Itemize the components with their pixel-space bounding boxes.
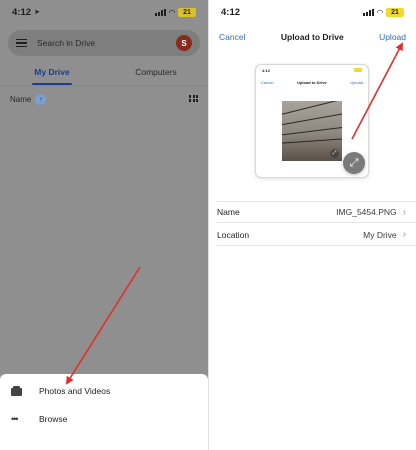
left-screen: 4:12 ➤ ◠ 21 Search in Drive S My Drive C… xyxy=(0,0,208,450)
hamburger-menu-icon[interactable] xyxy=(16,38,27,48)
upload-button[interactable]: Upload xyxy=(379,32,406,42)
sheet-item-browse[interactable]: ••• Browse xyxy=(0,408,208,430)
cellular-signal-icon xyxy=(362,8,374,16)
status-bar: 4:12 ◠ 21 xyxy=(209,0,416,24)
wifi-icon: ◠ xyxy=(168,7,175,17)
thumbnail-upload: Upload xyxy=(350,80,363,85)
tab-my-drive[interactable]: My Drive xyxy=(0,62,104,85)
sheet-item-label: Photos and Videos xyxy=(39,386,111,396)
search-placeholder[interactable]: Search in Drive xyxy=(37,38,176,48)
cancel-button[interactable]: Cancel xyxy=(219,32,245,42)
avatar[interactable]: S xyxy=(176,35,192,51)
sort-label[interactable]: Name xyxy=(10,95,31,104)
sheet-item-label: Browse xyxy=(39,414,68,424)
location-label: Location xyxy=(217,229,250,240)
search-bar[interactable]: Search in Drive S xyxy=(8,30,200,56)
thumbnail-time: 4:12 xyxy=(262,68,271,73)
sort-row: Name ↑ xyxy=(10,92,198,106)
photo-album-icon xyxy=(11,386,22,396)
thumbnail-status-bar: 4:12 xyxy=(256,68,368,76)
location-arrow-icon: ➤ xyxy=(34,9,40,16)
page-title: Upload to Drive xyxy=(280,32,344,42)
status-time: 4:12 xyxy=(221,6,241,18)
thumbnail-cancel: Cancel xyxy=(261,80,274,85)
more-dots-icon: ••• xyxy=(11,414,18,424)
battery-icon: 21 xyxy=(178,7,196,17)
wifi-icon: ◠ xyxy=(376,7,383,17)
upload-nav-bar: Cancel Upload to Drive Upload xyxy=(209,28,416,46)
right-screen: 4:12 ◠ 21 Cancel Upload to Drive Upload … xyxy=(208,0,416,450)
thumbnail-battery-icon xyxy=(354,68,362,72)
status-time: 4:12 xyxy=(12,6,32,18)
cellular-signal-icon xyxy=(154,8,166,16)
expand-preview-icon[interactable]: ⤢ xyxy=(343,152,365,174)
thumbnail-nav-bar: Cancel Upload to Drive Upload xyxy=(256,80,368,88)
name-row[interactable]: Name IMG_5454.PNG › xyxy=(217,201,416,223)
chevron-right-icon: › xyxy=(402,206,406,218)
battery-icon: 21 xyxy=(386,7,404,17)
sheet-item-photos-and-videos[interactable]: Photos and Videos xyxy=(0,380,208,402)
chevron-right-icon: › xyxy=(402,229,406,240)
thumbnail-expand-icon: ⤢ xyxy=(330,149,339,158)
sort-ascending-icon[interactable]: ↑ xyxy=(35,93,47,105)
grid-view-icon[interactable] xyxy=(189,95,198,103)
photo-thumbnail: ⤢ xyxy=(282,101,342,161)
drive-tabs: My Drive Computers xyxy=(0,62,208,86)
location-row[interactable]: Location My Drive › xyxy=(217,224,416,246)
file-name-value: IMG_5454.PNG xyxy=(336,207,397,217)
thumbnail-title: Upload to Drive xyxy=(297,80,327,85)
tab-computers[interactable]: Computers xyxy=(104,62,208,85)
name-label: Name xyxy=(217,207,240,217)
location-value: My Drive xyxy=(363,229,397,240)
status-bar: 4:12 ➤ ◠ 21 xyxy=(0,0,208,24)
bottom-sheet: Photos and Videos ••• Browse xyxy=(0,374,208,450)
